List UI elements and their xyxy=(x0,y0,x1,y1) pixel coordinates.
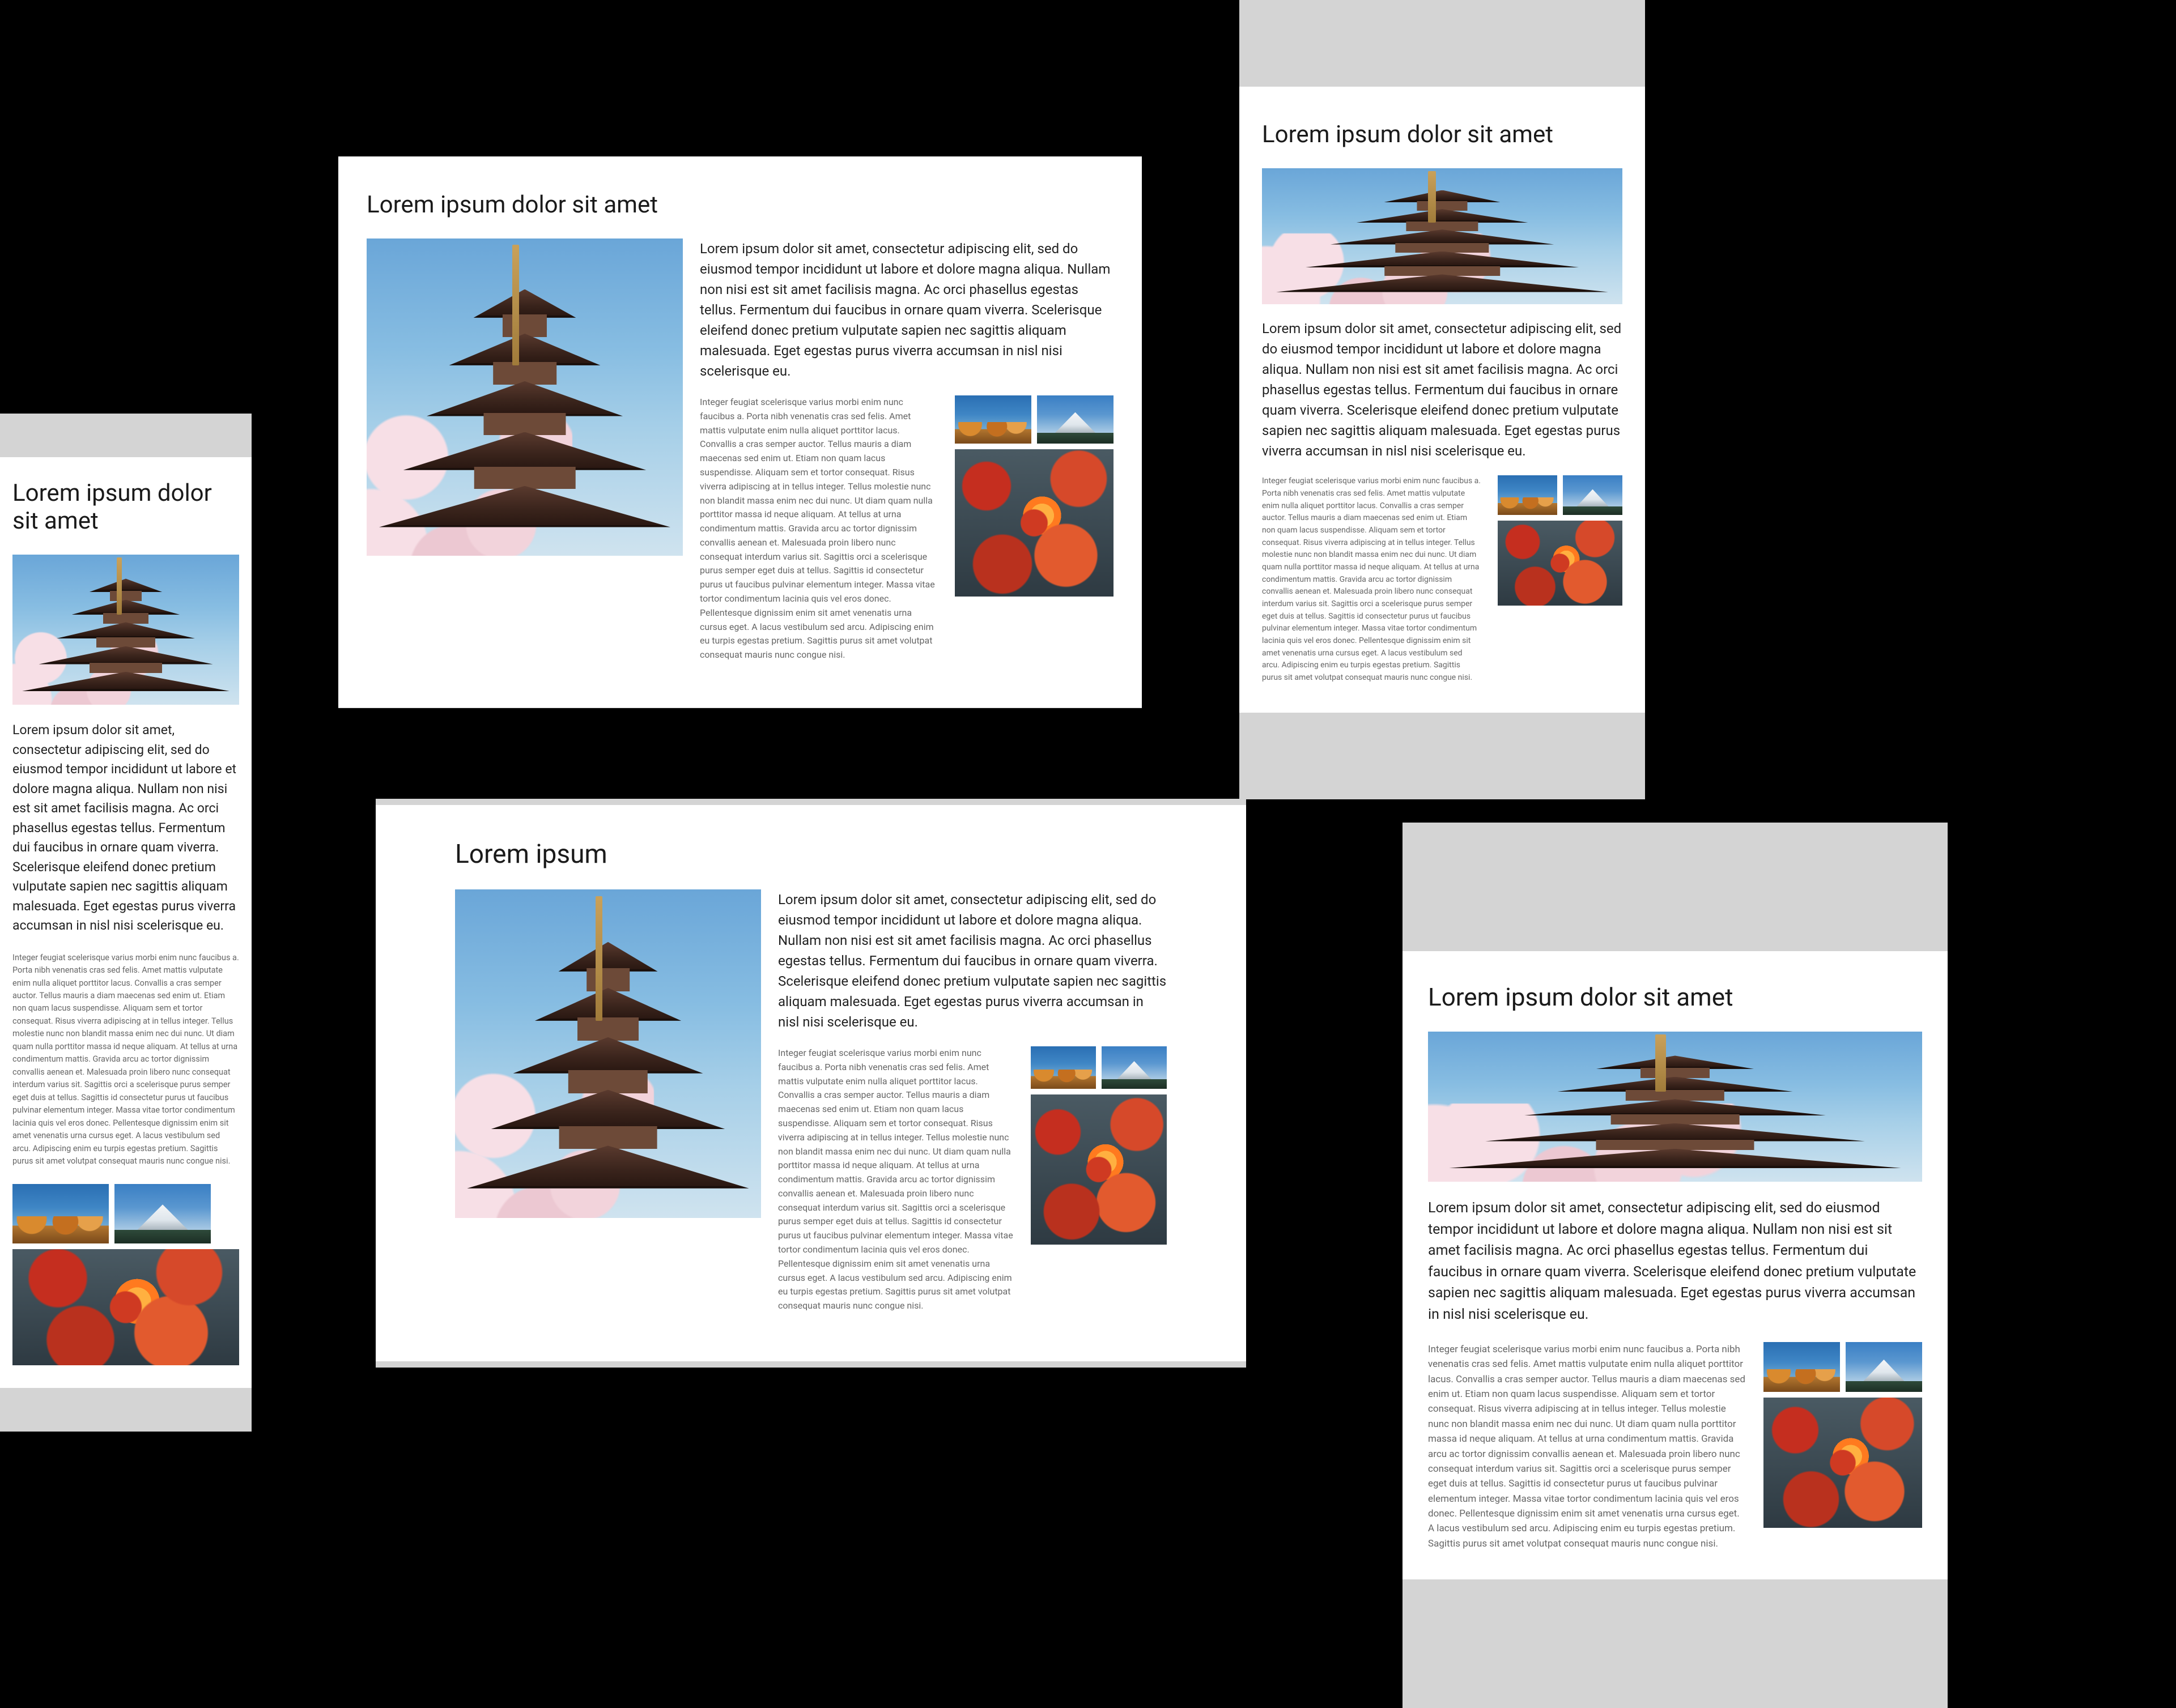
thumb-fuji xyxy=(1846,1342,1922,1392)
thumbnail-group xyxy=(1031,1046,1167,1313)
thumb-fuji xyxy=(1563,475,1622,515)
article-card: Lorem ipsum dolor sit amet Lorem ipsum d… xyxy=(0,457,252,1387)
fine-paragraph: Integer feugiat scelerisque varius morbi… xyxy=(1428,1342,1746,1551)
thumb-fuji xyxy=(114,1184,211,1243)
thumb-maple xyxy=(12,1249,239,1365)
thumbnail-group xyxy=(1498,475,1622,684)
hero-image-pagoda xyxy=(1262,168,1622,304)
article-card: Lorem ipsum dolor sit amet Lorem ipsum d… xyxy=(1239,87,1645,713)
thumb-autumn xyxy=(12,1184,109,1243)
article-card: Lorem ipsum dolor sit amet Lorem ipsum d… xyxy=(338,157,1142,708)
lead-paragraph: Lorem ipsum dolor sit amet, consectetur … xyxy=(700,238,1114,381)
layout-preview-xs: Lorem ipsum dolor sit amet Lorem ipsum d… xyxy=(0,414,252,1432)
article-card: Lorem ipsum Lorem ipsum dolor sit amet, … xyxy=(376,805,1246,1361)
article-title: Lorem ipsum dolor sit amet xyxy=(1428,982,1922,1012)
thumbnail-group xyxy=(1763,1342,1922,1551)
thumb-autumn xyxy=(1498,475,1557,515)
lead-paragraph: Lorem ipsum dolor sit amet, consectetur … xyxy=(12,721,239,936)
fine-paragraph: Integer feugiat scelerisque varius morbi… xyxy=(12,952,239,1168)
thumbnail-group xyxy=(955,395,1114,662)
hero-image-pagoda xyxy=(1428,1032,1922,1182)
thumb-fuji xyxy=(1102,1046,1167,1089)
thumb-autumn xyxy=(955,395,1031,444)
layout-preview-sm: Lorem ipsum dolor sit amet Lorem ipsum d… xyxy=(1239,0,1645,799)
article-title: Lorem ipsum dolor sit amet xyxy=(1262,121,1622,148)
fine-paragraph: Integer feugiat scelerisque varius morbi… xyxy=(1262,475,1481,684)
lead-paragraph: Lorem ipsum dolor sit amet, consectetur … xyxy=(1428,1198,1922,1325)
article-title: Lorem ipsum dolor sit amet xyxy=(367,191,1114,219)
lead-paragraph: Lorem ipsum dolor sit amet, consectetur … xyxy=(778,889,1167,1032)
thumb-maple xyxy=(1031,1094,1167,1245)
article-title: Lorem ipsum xyxy=(455,839,1167,870)
thumb-maple xyxy=(1763,1398,1922,1528)
thumb-autumn xyxy=(1763,1342,1840,1392)
thumb-autumn xyxy=(1031,1046,1096,1089)
hero-image-pagoda xyxy=(367,238,683,556)
fine-paragraph: Integer feugiat scelerisque varius morbi… xyxy=(700,395,938,662)
layout-preview-xl: Lorem ipsum Lorem ipsum dolor sit amet, … xyxy=(376,799,1246,1368)
thumb-maple xyxy=(955,449,1114,597)
thumbnail-group xyxy=(12,1184,239,1365)
article-card: Lorem ipsum dolor sit amet Lorem ipsum d… xyxy=(1402,951,1948,1579)
thumb-fuji xyxy=(1037,395,1114,444)
layout-preview-lg: Lorem ipsum dolor sit amet Lorem ipsum d… xyxy=(338,156,1142,708)
article-title: Lorem ipsum dolor sit amet xyxy=(12,480,239,535)
thumb-maple xyxy=(1498,521,1622,606)
hero-image-pagoda xyxy=(455,889,761,1218)
lead-paragraph: Lorem ipsum dolor sit amet, consectetur … xyxy=(1262,318,1622,461)
layout-preview-md: Lorem ipsum dolor sit amet Lorem ipsum d… xyxy=(1402,823,1948,1708)
fine-paragraph: Integer feugiat scelerisque varius morbi… xyxy=(778,1046,1014,1313)
hero-image-pagoda xyxy=(12,555,239,705)
